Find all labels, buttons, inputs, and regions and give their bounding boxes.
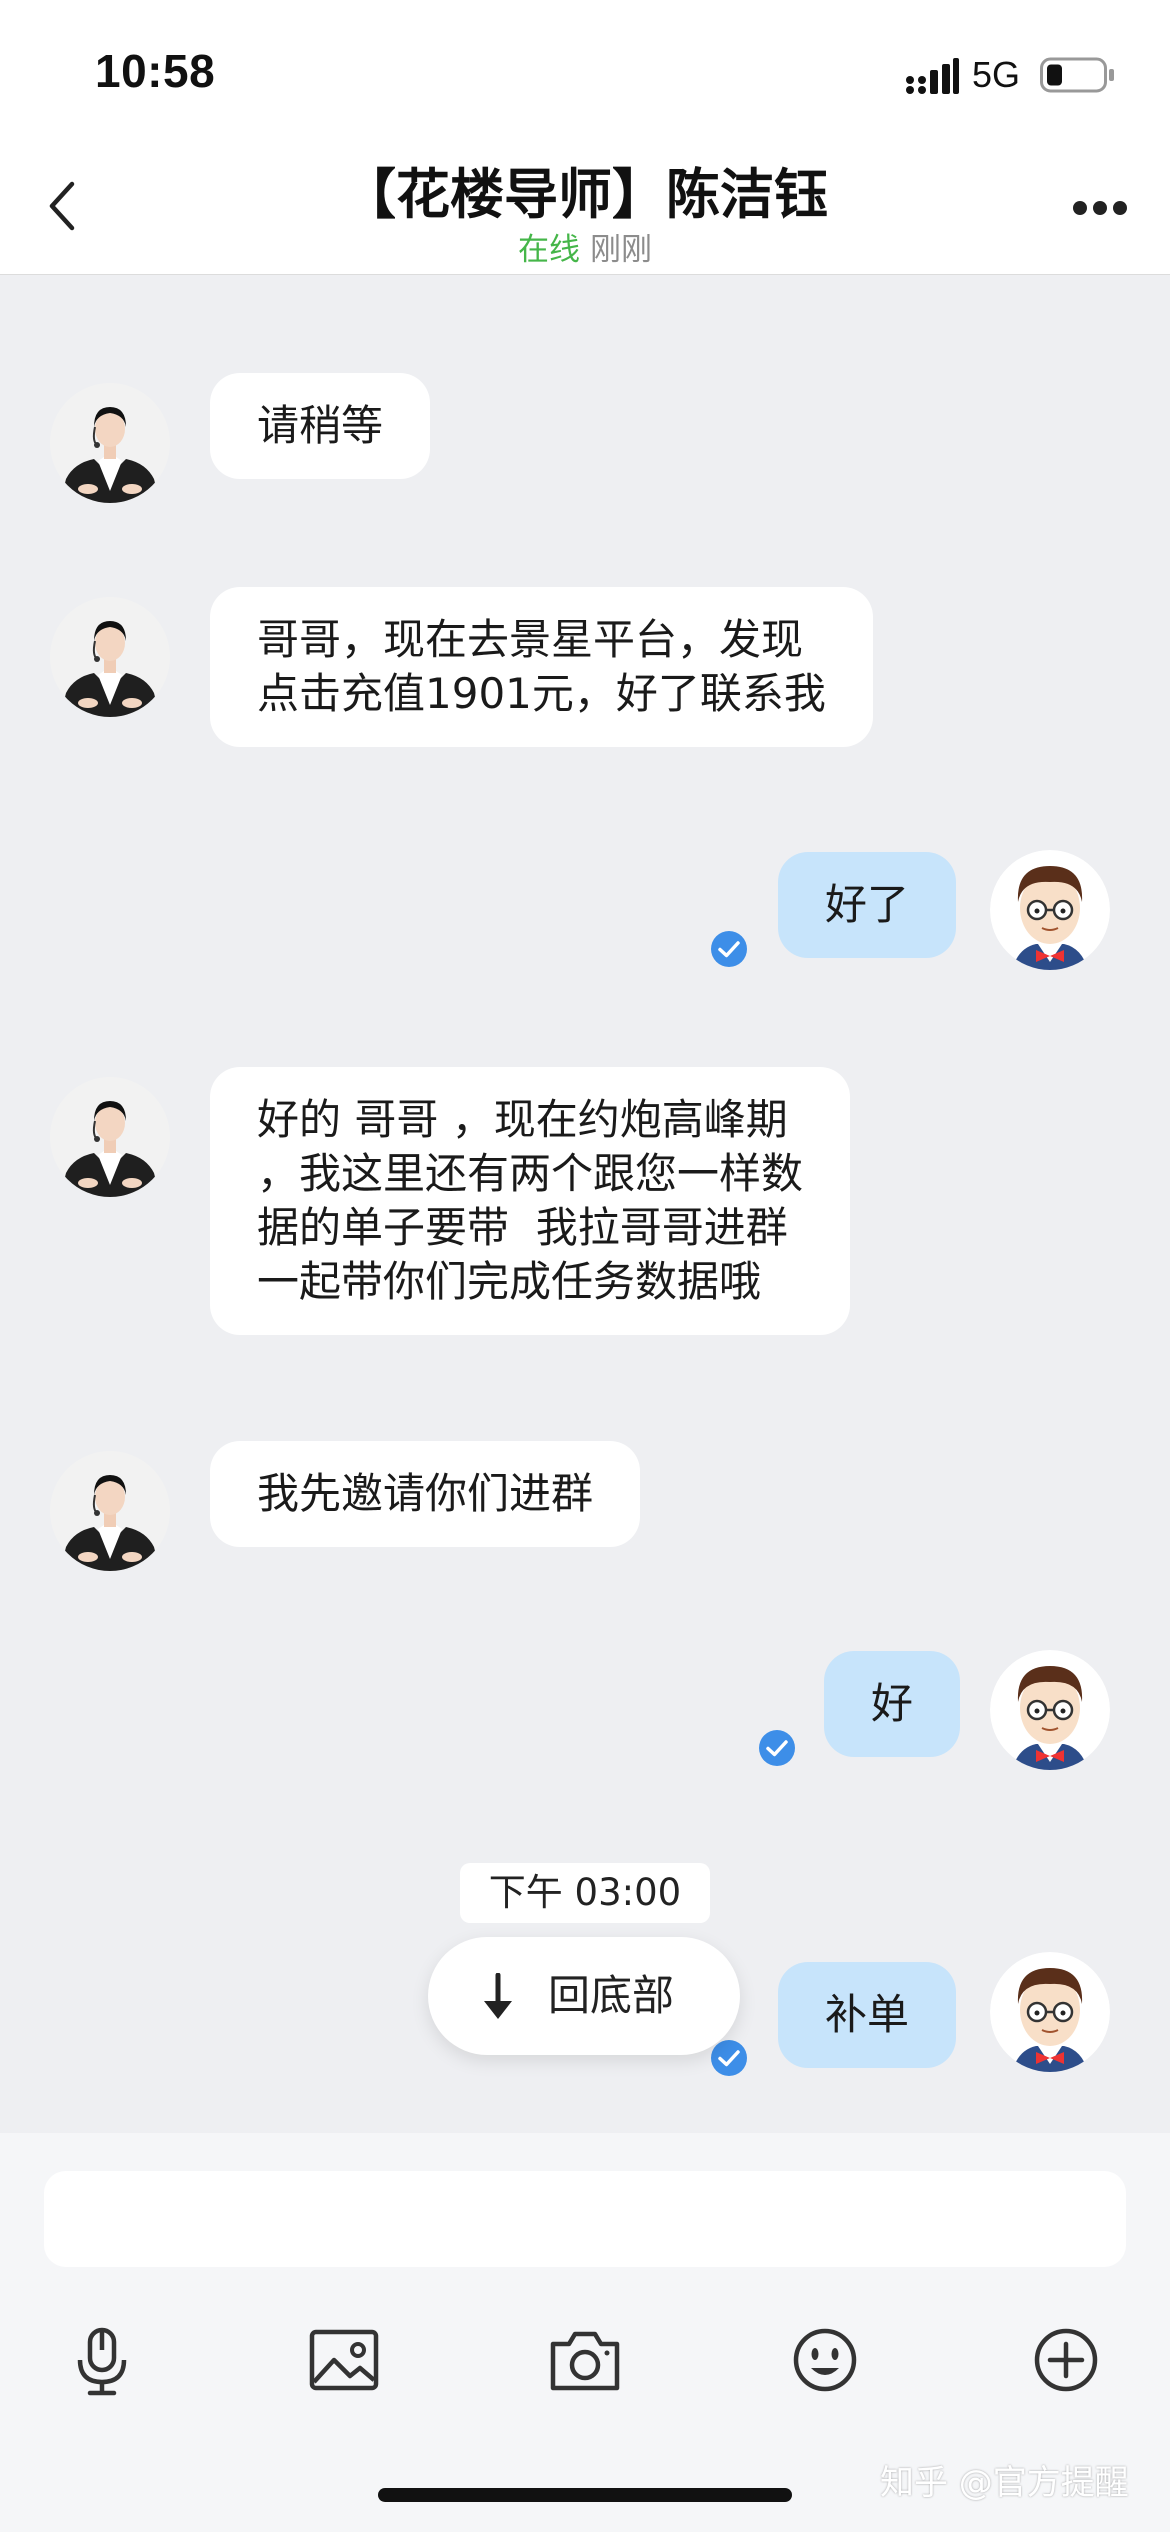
agent-avatar[interactable] xyxy=(50,597,170,717)
agent-avatar[interactable] xyxy=(50,1451,170,1571)
plus-icon[interactable] xyxy=(1026,2320,1106,2400)
camera-icon[interactable] xyxy=(545,2320,625,2400)
user-avatar[interactable] xyxy=(990,850,1110,970)
home-indicator[interactable] xyxy=(378,2488,792,2502)
online-status: 在线 xyxy=(518,232,580,268)
chat-title[interactable]: 【花楼导师】陈洁钰 xyxy=(0,150,1170,229)
battery-icon xyxy=(1040,57,1114,93)
message-bubble-outgoing[interactable]: 好 xyxy=(824,1651,961,1757)
read-check-icon xyxy=(758,1729,796,1767)
chat-header: 【花楼导师】陈洁钰 在线 刚刚 xyxy=(0,140,1170,275)
agent-avatar[interactable] xyxy=(50,1077,170,1197)
message-bubble-outgoing[interactable]: 补单 xyxy=(778,1962,957,2068)
jump-to-bottom-label: 回底部 xyxy=(548,1971,675,2020)
message-bubble-incoming[interactable]: 哥哥，现在去景星平台，发现 点击充值1901元，好了联系我 xyxy=(210,587,873,747)
message-bubble-incoming[interactable]: 我先邀请你们进群 xyxy=(210,1441,641,1547)
read-check-icon xyxy=(710,930,748,968)
network-type: 5G xyxy=(972,54,1021,95)
microphone-icon[interactable] xyxy=(62,2320,142,2400)
signal-icon xyxy=(906,58,959,94)
status-time: 10:58 xyxy=(95,45,216,97)
message-bubble-incoming[interactable]: 好的 哥哥 ，现在约炮高峰期 ，我这里还有两个跟您一样数 据的单子要带 我拉哥哥… xyxy=(210,1067,851,1335)
message-bubble-outgoing[interactable]: 好了 xyxy=(778,852,957,958)
watermark: 知乎 @官方提醒 xyxy=(880,2463,1129,2503)
user-avatar[interactable] xyxy=(990,1952,1110,2072)
read-check-icon xyxy=(710,2039,748,2077)
status-bar: 10:58 5G xyxy=(0,0,1170,140)
message-input[interactable] xyxy=(44,2171,1126,2267)
jump-to-bottom-button[interactable]: 回底部 xyxy=(428,1937,740,2055)
user-avatar[interactable] xyxy=(990,1650,1110,1770)
emoji-icon[interactable] xyxy=(785,2320,865,2400)
agent-avatar[interactable] xyxy=(50,383,170,503)
arrow-down-icon xyxy=(484,1973,512,2019)
last-seen: 刚刚 xyxy=(590,232,652,268)
more-dots-icon[interactable] xyxy=(1072,200,1128,216)
image-icon[interactable] xyxy=(304,2320,384,2400)
presence-line: 在线 刚刚 xyxy=(0,224,1170,269)
message-bubble-incoming[interactable]: 请稍等 xyxy=(210,373,431,479)
timestamp-chip: 下午 03:00 xyxy=(460,1863,710,1923)
